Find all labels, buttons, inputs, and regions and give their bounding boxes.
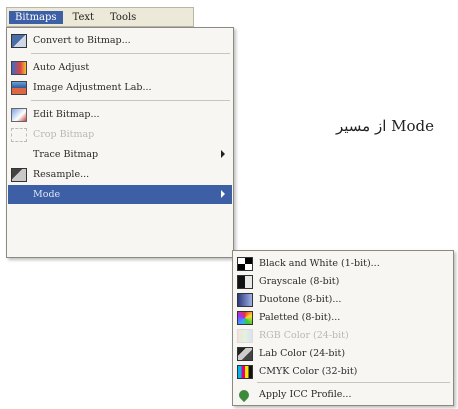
- submenu-item-lab-color[interactable]: Lab Color (24-bit): [234, 344, 452, 363]
- image-adjustment-lab-icon: [11, 80, 27, 95]
- menu-item-label: Auto Adjust: [33, 62, 90, 73]
- menu-item-label: Lab Color (24-bit): [259, 348, 346, 359]
- menu-item-label: Edit Bitmap...: [33, 109, 100, 120]
- menu-item-edit-bitmap[interactable]: Edit Bitmap...: [8, 105, 232, 124]
- apply-icc-profile-icon: [237, 388, 253, 402]
- menu-separator: [257, 382, 450, 383]
- menu-item-mode[interactable]: Mode: [8, 185, 232, 204]
- submenu-arrow-icon: [221, 150, 225, 158]
- convert-bitmap-icon: [11, 33, 27, 48]
- resample-icon: [11, 167, 27, 182]
- duotone-icon: [237, 292, 253, 307]
- submenu-item-cmyk-color[interactable]: CMYK Color (32-bit): [234, 362, 452, 381]
- submenu-item-paletted[interactable]: Paletted (8-bit)...: [234, 308, 452, 327]
- lab-color-icon: [237, 346, 253, 361]
- blank-icon-slot: [11, 188, 27, 202]
- menu-item-label: Image Adjustment Lab...: [33, 82, 152, 93]
- menu-separator: [31, 100, 230, 101]
- submenu-item-grayscale[interactable]: Grayscale (8-bit): [234, 272, 452, 291]
- menu-item-crop-bitmap: Crop Bitmap: [8, 125, 232, 144]
- paletted-icon: [237, 310, 253, 325]
- submenu-item-duotone[interactable]: Duotone (8-bit)...: [234, 290, 452, 309]
- menubar-bitmaps[interactable]: Bitmaps: [9, 10, 63, 24]
- submenu-item-black-and-white[interactable]: Black and White (1-bit)...: [234, 254, 452, 273]
- menu-separator: [31, 53, 230, 54]
- menu-item-label: Black and White (1-bit)...: [259, 258, 380, 269]
- menu-item-label: CMYK Color (32-bit): [259, 366, 358, 377]
- menu-item-convert-to-bitmap[interactable]: Convert to Bitmap...: [8, 31, 232, 50]
- auto-adjust-icon: [11, 60, 27, 75]
- cmyk-color-icon: [237, 364, 253, 379]
- menu-item-label: RGB Color (24-bit): [259, 330, 349, 341]
- crop-bitmap-icon: [11, 127, 27, 142]
- grayscale-icon: [237, 274, 253, 289]
- menu-item-label: Grayscale (8-bit): [259, 276, 340, 287]
- menu-item-label: Resample...: [33, 169, 90, 180]
- menu-item-trace-bitmap[interactable]: Trace Bitmap: [8, 145, 232, 164]
- menu-item-auto-adjust[interactable]: Auto Adjust: [8, 58, 232, 77]
- menu-bar: Bitmaps Text Tools: [6, 7, 194, 27]
- blank-icon-slot: [11, 148, 27, 162]
- mode-submenu: Black and White (1-bit)... Grayscale (8-…: [232, 250, 454, 406]
- bitmaps-menu: Convert to Bitmap... Auto Adjust Image A…: [6, 27, 234, 258]
- black-white-icon: [237, 256, 253, 271]
- menu-item-label: Duotone (8-bit)...: [259, 294, 342, 305]
- menu-item-label: Paletted (8-bit)...: [259, 312, 341, 323]
- menubar-text[interactable]: Text: [67, 11, 100, 24]
- menu-item-label: Convert to Bitmap...: [33, 35, 131, 46]
- document-text-fragment: Mode از مسیر: [336, 117, 435, 135]
- menu-item-label: Crop Bitmap: [33, 129, 95, 140]
- menu-item-label: Trace Bitmap: [33, 149, 99, 160]
- menu-item-label: Apply ICC Profile...: [259, 389, 352, 400]
- submenu-item-apply-icc-profile[interactable]: Apply ICC Profile...: [234, 385, 452, 404]
- edit-bitmap-icon: [11, 107, 27, 122]
- submenu-item-rgb-color: RGB Color (24-bit): [234, 326, 452, 345]
- menu-item-image-adjustment-lab[interactable]: Image Adjustment Lab...: [8, 78, 232, 97]
- rgb-color-icon: [237, 328, 253, 343]
- menubar-tools[interactable]: Tools: [104, 11, 142, 24]
- menu-item-label: Mode: [33, 189, 61, 200]
- menu-item-resample[interactable]: Resample...: [8, 165, 232, 184]
- submenu-arrow-icon: [221, 190, 225, 198]
